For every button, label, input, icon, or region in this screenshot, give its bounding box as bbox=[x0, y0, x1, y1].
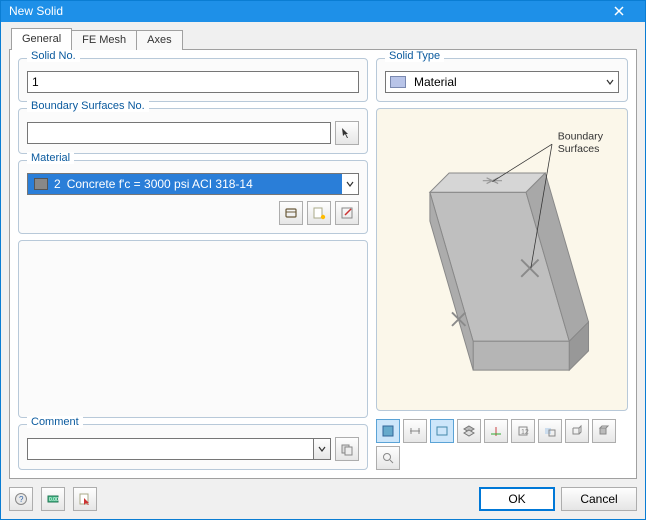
solid-type-left: Material bbox=[390, 75, 457, 89]
material-library-icon bbox=[284, 206, 298, 220]
new-material-icon bbox=[312, 206, 326, 220]
group-solid-no: Solid No. bbox=[18, 58, 368, 102]
preview-illustration: BoundarySurfaces bbox=[377, 109, 627, 410]
help-icon: ? bbox=[14, 492, 28, 506]
pick-surfaces-button[interactable] bbox=[335, 121, 359, 145]
material-library-button[interactable] bbox=[279, 201, 303, 225]
label-comment: Comment bbox=[27, 416, 83, 428]
recent-comments-button[interactable] bbox=[335, 437, 359, 461]
dimension-button[interactable] bbox=[403, 419, 427, 443]
numbering-button[interactable]: 12 bbox=[511, 419, 535, 443]
solid-type-row: Material bbox=[385, 71, 619, 93]
comment-input[interactable] bbox=[27, 438, 313, 460]
local-axes-icon bbox=[489, 424, 503, 438]
boundary-row bbox=[27, 121, 359, 145]
units-button[interactable]: 0.00 bbox=[41, 487, 65, 511]
material-dropdown-arrow[interactable] bbox=[342, 174, 358, 194]
material-text: Concrete f'c = 3000 psi ACI 318-14 bbox=[67, 177, 253, 191]
material-index: 2 bbox=[54, 177, 61, 191]
chevron-down-icon bbox=[346, 180, 354, 188]
edit-material-icon bbox=[340, 206, 354, 220]
chevron-down-icon bbox=[606, 78, 614, 86]
comment-row bbox=[27, 437, 359, 461]
label-boundary: Boundary Surfaces No. bbox=[27, 100, 149, 112]
preview-box: BoundarySurfaces bbox=[376, 108, 628, 411]
group-comment: Comment bbox=[18, 424, 368, 470]
view-reset-icon bbox=[381, 424, 395, 438]
solid-type-arrow[interactable] bbox=[602, 72, 618, 92]
boundary-input[interactable] bbox=[27, 122, 331, 144]
svg-text:12: 12 bbox=[521, 429, 529, 436]
zoom-fit-icon bbox=[381, 451, 395, 465]
client-area: General FE Mesh Axes Solid No. Boundary … bbox=[1, 22, 645, 519]
solid-type-value: Material bbox=[414, 75, 457, 89]
cancel-button[interactable]: Cancel bbox=[561, 487, 637, 511]
layers-button[interactable] bbox=[457, 419, 481, 443]
view-reset-button[interactable] bbox=[376, 419, 400, 443]
tab-femesh[interactable]: FE Mesh bbox=[71, 30, 137, 50]
transparency-button[interactable] bbox=[538, 419, 562, 443]
tab-panel: Solid No. Boundary Surfaces No. Material bbox=[9, 49, 637, 479]
shade-button[interactable] bbox=[592, 419, 616, 443]
zoom-window-button[interactable] bbox=[430, 419, 454, 443]
wireframe-button[interactable] bbox=[565, 419, 589, 443]
shade-icon bbox=[597, 424, 611, 438]
left-column: Solid No. Boundary Surfaces No. Material bbox=[18, 58, 368, 470]
group-material: Material 2 Concrete f'c = 3000 psi ACI 3… bbox=[18, 160, 368, 234]
pick-new-icon bbox=[78, 492, 92, 506]
dimension-icon bbox=[408, 424, 422, 438]
tab-strip: General FE Mesh Axes bbox=[9, 28, 637, 50]
bottom-bar: ? 0.00 OK Cancel bbox=[9, 479, 637, 511]
bottom-left-icons: ? 0.00 bbox=[9, 487, 97, 511]
solid-type-swatch bbox=[390, 76, 406, 88]
material-buttons bbox=[27, 201, 359, 225]
help-button[interactable]: ? bbox=[9, 487, 33, 511]
wireframe-icon bbox=[570, 424, 584, 438]
tab-general[interactable]: General bbox=[11, 28, 72, 50]
label-solid-type: Solid Type bbox=[385, 50, 444, 62]
solid-no-input[interactable] bbox=[27, 71, 359, 93]
tab-axes[interactable]: Axes bbox=[136, 30, 182, 50]
material-swatch bbox=[34, 178, 48, 190]
comment-dropdown-arrow[interactable] bbox=[313, 438, 331, 460]
pick-surfaces-icon bbox=[340, 126, 354, 140]
chevron-down-icon bbox=[318, 445, 326, 453]
transparency-icon bbox=[543, 424, 557, 438]
numbering-icon: 12 bbox=[516, 424, 530, 438]
window-title: New Solid bbox=[9, 4, 63, 18]
svg-text:?: ? bbox=[19, 495, 24, 504]
svg-text:0.00: 0.00 bbox=[49, 497, 59, 503]
right-column: Solid Type Material bbox=[376, 58, 628, 470]
group-solid-type: Solid Type Material bbox=[376, 58, 628, 102]
dialog-window: New Solid General FE Mesh Axes Solid No.… bbox=[0, 0, 646, 520]
preview-toolbar: 12 bbox=[376, 417, 628, 470]
solid-type-select[interactable]: Material bbox=[385, 71, 619, 93]
label-solid-no: Solid No. bbox=[27, 50, 80, 62]
label-material: Material bbox=[27, 152, 74, 164]
preview-annotation-text: BoundarySurfaces bbox=[558, 130, 604, 155]
close-button[interactable] bbox=[601, 1, 637, 21]
group-empty bbox=[18, 240, 368, 418]
layers-icon bbox=[462, 424, 476, 438]
group-boundary: Boundary Surfaces No. bbox=[18, 108, 368, 154]
zoom-window-icon bbox=[435, 424, 449, 438]
comment-combo bbox=[27, 438, 331, 460]
titlebar: New Solid bbox=[1, 1, 645, 22]
bottom-right-buttons: OK Cancel bbox=[479, 487, 637, 511]
material-selected: 2 Concrete f'c = 3000 psi ACI 318-14 bbox=[28, 174, 342, 194]
units-icon: 0.00 bbox=[46, 492, 60, 506]
material-select[interactable]: 2 Concrete f'c = 3000 psi ACI 318-14 bbox=[27, 173, 359, 195]
new-material-button[interactable] bbox=[307, 201, 331, 225]
ok-button[interactable]: OK bbox=[479, 487, 555, 511]
close-icon bbox=[614, 6, 624, 16]
zoom-fit-button[interactable] bbox=[376, 446, 400, 470]
edit-material-button[interactable] bbox=[335, 201, 359, 225]
pick-new-button[interactable] bbox=[73, 487, 97, 511]
recent-comments-icon bbox=[340, 442, 354, 456]
local-axes-button[interactable] bbox=[484, 419, 508, 443]
